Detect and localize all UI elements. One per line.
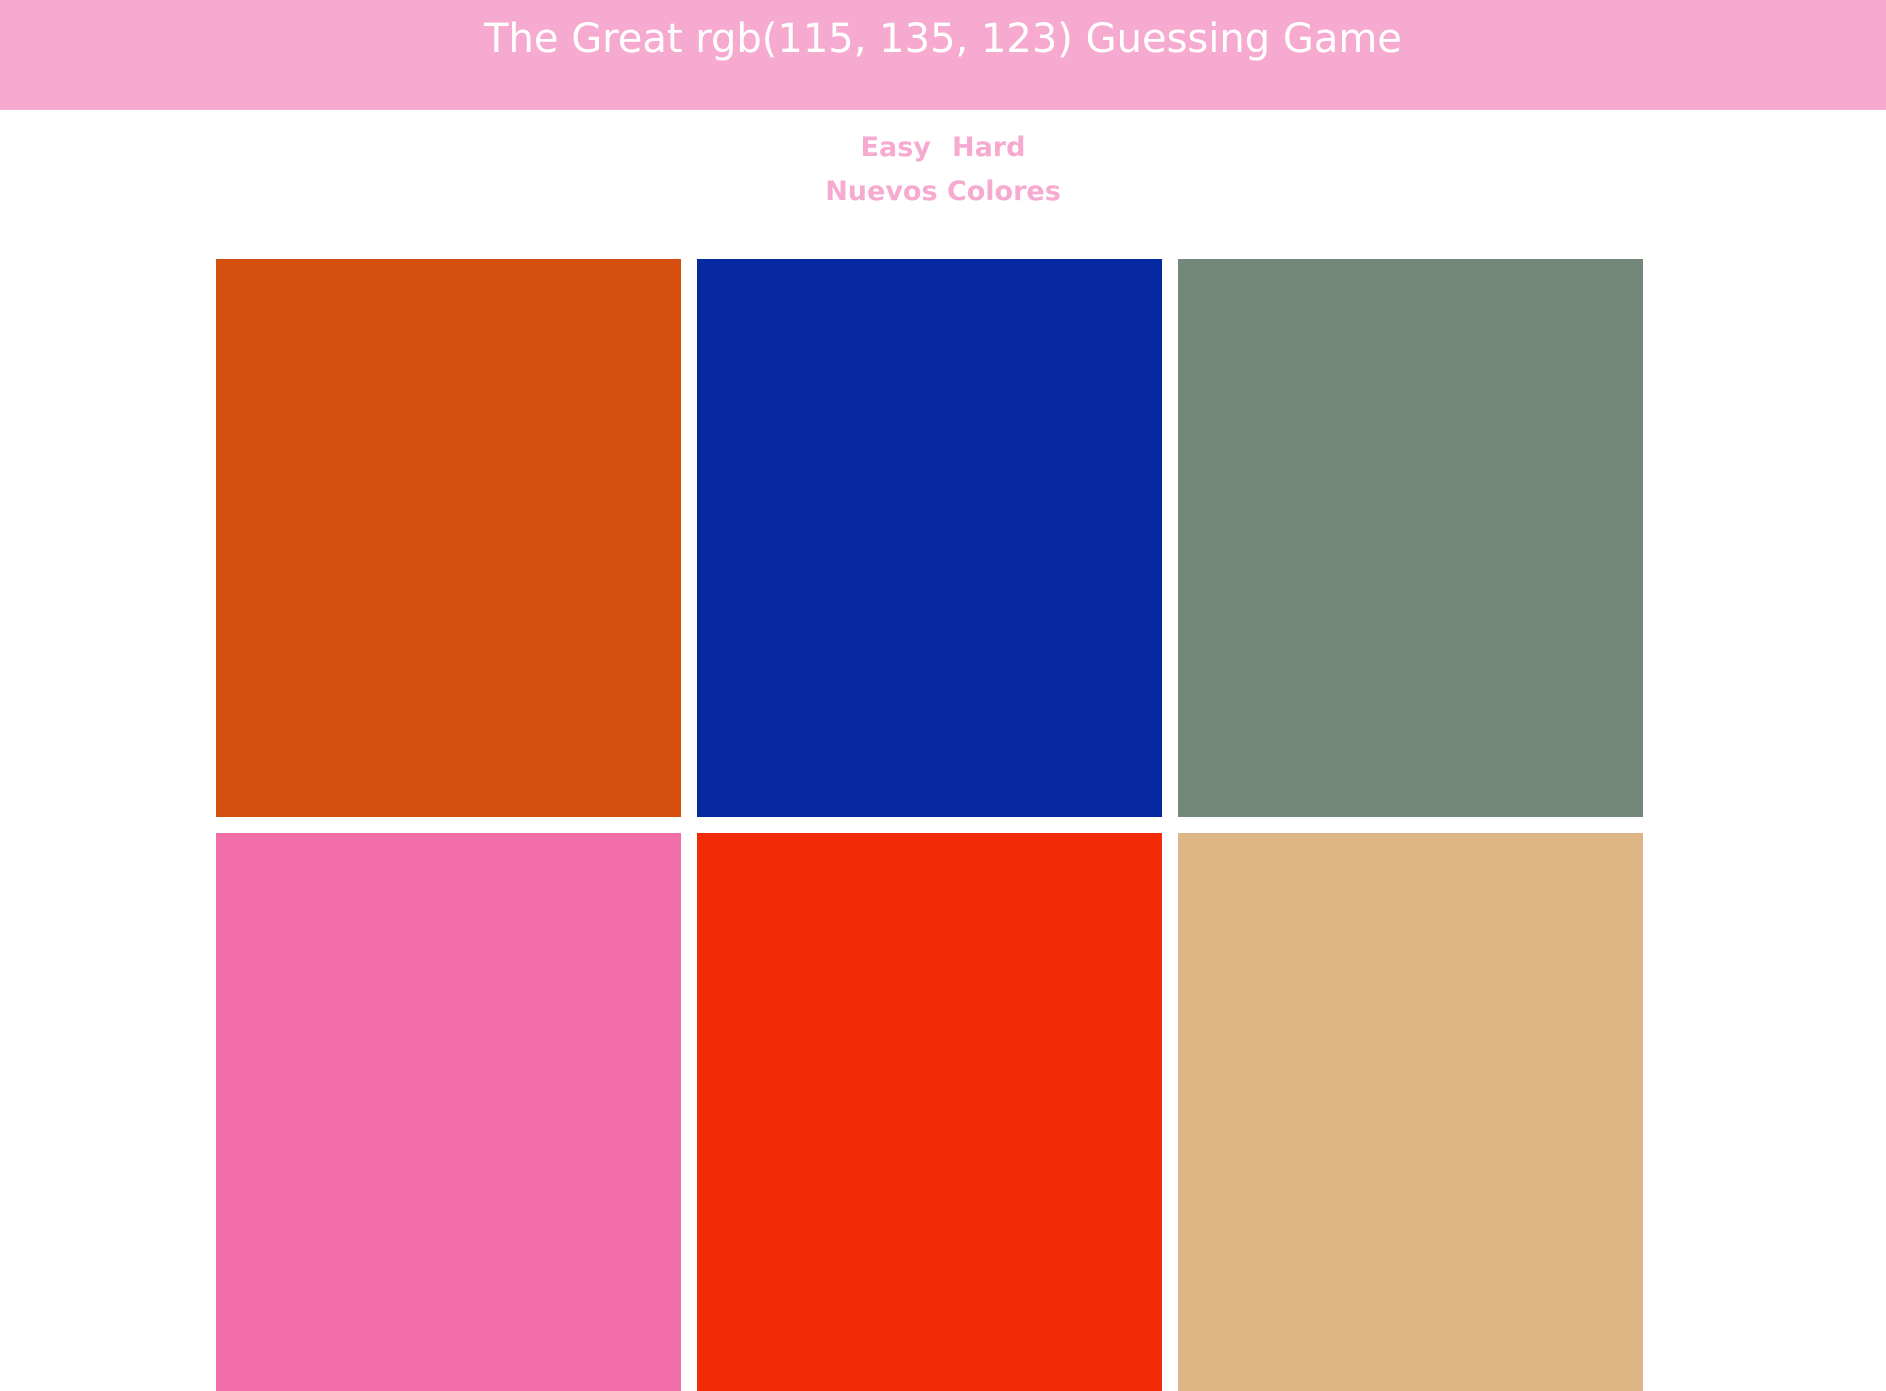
color-square-5[interactable] [697, 833, 1162, 1391]
color-square-2[interactable] [697, 259, 1162, 817]
mode-selector: Easy Hard [0, 126, 1886, 170]
easy-button[interactable]: Easy [861, 126, 931, 170]
color-square-6[interactable] [1178, 833, 1643, 1391]
color-square-1[interactable] [216, 259, 681, 817]
new-colors-button[interactable]: Nuevos Colores [825, 170, 1061, 214]
game-header: The Great rgb(115, 135, 123) Guessing Ga… [0, 0, 1886, 110]
new-colors-row: Nuevos Colores [0, 170, 1886, 214]
color-square-4[interactable] [216, 833, 681, 1391]
color-square-3[interactable] [1178, 259, 1643, 817]
controls-bar: Easy Hard Nuevos Colores [0, 126, 1886, 214]
page-title: The Great rgb(115, 135, 123) Guessing Ga… [484, 16, 1402, 62]
hard-button[interactable]: Hard [952, 126, 1025, 170]
